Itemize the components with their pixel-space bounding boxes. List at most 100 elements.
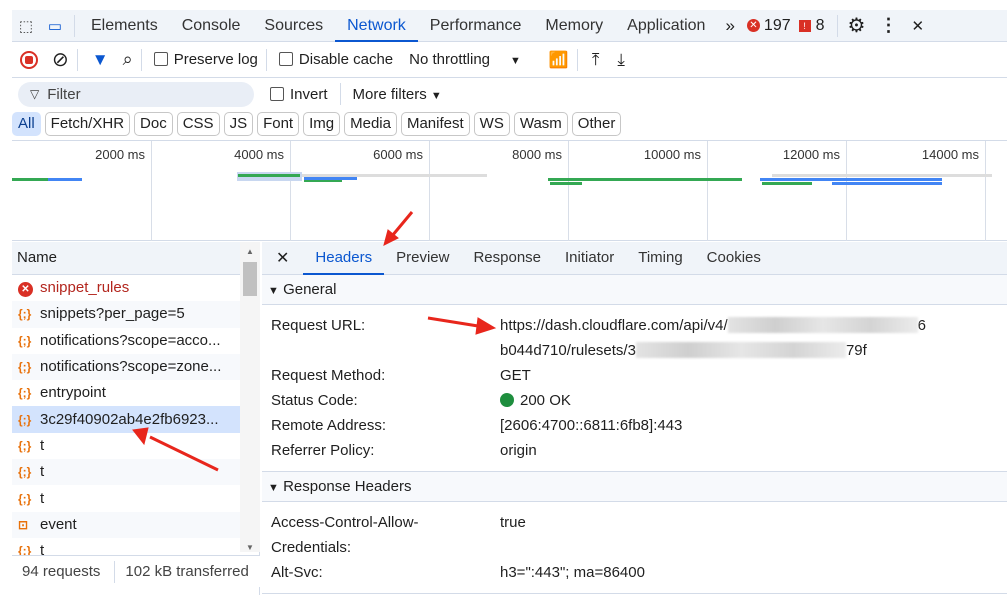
warning-icon[interactable]: ! <box>798 19 811 32</box>
type-filter-chips: All Fetch/XHR Doc CSS JS Font Img Media Manifest… <box>12 112 622 136</box>
request-name: event <box>40 515 77 533</box>
request-row[interactable]: {;} entrypoint <box>12 380 240 406</box>
timeline-tick-label: 4000 ms <box>234 147 284 162</box>
import-har-icon[interactable]: ⤒ <box>592 50 600 70</box>
invert-label: Invert <box>290 85 328 103</box>
alt-svc-label: Alt-Svc: <box>271 564 323 581</box>
close-icon[interactable]: ✕ <box>911 17 924 35</box>
request-row[interactable]: {;} notifications?scope=acco... <box>12 328 240 354</box>
invert-checkbox[interactable]: Invert <box>270 86 328 103</box>
details-tab-preview[interactable]: Preview <box>384 242 461 275</box>
timeline-gridline <box>290 141 291 241</box>
type-filter-ws[interactable]: WS <box>473 112 510 136</box>
type-filter-fetchxhr[interactable]: Fetch/XHR <box>44 112 131 136</box>
acac-row: Access-Control-Allow-Credentials: true <box>262 510 1007 560</box>
details-tab-timing[interactable]: Timing <box>626 242 694 275</box>
inspect-element-icon[interactable]: ⬚ <box>12 17 40 35</box>
filter-input[interactable]: ▽ Filter <box>18 81 254 107</box>
throttling-select[interactable]: No throttling ▼ <box>409 51 521 68</box>
error-icon[interactable]: ✕ <box>746 19 760 32</box>
network-timeline-overview[interactable]: 2000 ms 4000 ms 6000 ms 8000 ms 10000 ms 1200… <box>12 140 1007 241</box>
request-name: entrypoint <box>40 384 106 402</box>
filter-icon: ▽ <box>30 87 40 101</box>
tab-network[interactable]: Network <box>335 10 418 42</box>
type-filter-doc[interactable]: Doc <box>134 112 173 136</box>
device-toolbar-icon[interactable]: ▭ <box>40 17 70 35</box>
request-row[interactable]: {;} t <box>12 459 240 486</box>
more-filters-dropdown[interactable]: More filters ▼ <box>353 86 442 103</box>
general-section-header[interactable]: ▼ General <box>262 275 1007 305</box>
details-tab-initiator[interactable]: Initiator <box>553 242 626 275</box>
tab-console[interactable]: Console <box>170 10 253 42</box>
scrollbar[interactable]: ▲ ▼ <box>240 242 260 552</box>
search-icon[interactable]: ⌕ <box>123 49 133 70</box>
details-tab-headers[interactable]: Headers <box>303 242 385 275</box>
clear-icon[interactable]: ⊘ <box>52 47 69 72</box>
request-row[interactable]: {;} t <box>12 433 240 459</box>
referrer-row: Referrer Policy: origin <box>262 438 1007 463</box>
tab-elements[interactable]: Elements <box>79 10 170 42</box>
settings-gear-icon[interactable]: ⚙ <box>848 13 866 38</box>
response-headers-title: Response Headers <box>283 478 412 495</box>
tab-sources[interactable]: Sources <box>252 10 335 42</box>
request-name: snippet_rules <box>40 279 130 297</box>
details-tab-cookies[interactable]: Cookies <box>695 242 773 275</box>
type-filter-other[interactable]: Other <box>571 112 622 136</box>
remote-address-row: Remote Address: [2606:4700::6811:6fb8]:44… <box>262 413 1007 438</box>
referrer-label: Referrer Policy: <box>271 442 375 459</box>
timeline-gridline <box>846 141 847 241</box>
response-headers-section-header[interactable]: ▼ Response Headers <box>262 472 1007 502</box>
status-bar: 94 requests 102 kB transferred <box>12 555 260 587</box>
type-filter-css[interactable]: CSS <box>176 112 220 136</box>
tab-memory[interactable]: Memory <box>533 10 615 42</box>
request-row[interactable]: ⊡ event <box>12 511 240 538</box>
status-label: Status Code: <box>271 392 358 409</box>
details-tab-response[interactable]: Response <box>461 242 553 275</box>
tab-performance[interactable]: Performance <box>418 10 534 42</box>
disable-cache-checkbox[interactable]: Disable cache <box>278 51 393 68</box>
type-filter-wasm[interactable]: Wasm <box>513 112 568 136</box>
export-har-icon[interactable]: ⤓ <box>617 50 625 70</box>
type-filter-all[interactable]: All <box>12 112 41 136</box>
request-row[interactable]: {;} notifications?scope=zone... <box>12 353 240 381</box>
network-conditions-icon[interactable]: 📶 <box>549 50 569 70</box>
request-name: 3c29f40902ab4e2fb6923... <box>40 410 219 428</box>
timeline-request-bar <box>760 178 942 181</box>
type-filter-manifest[interactable]: Manifest <box>400 112 470 136</box>
type-filter-media[interactable]: Media <box>344 112 397 136</box>
warning-count[interactable]: 8 <box>816 17 825 35</box>
request-row[interactable]: ✕ snippet_rules <box>12 275 240 301</box>
more-tabs-icon[interactable]: » <box>717 16 742 36</box>
error-count[interactable]: 197 <box>764 17 791 35</box>
more-options-icon[interactable]: ⋮ <box>879 15 897 36</box>
more-filters-label: More filters <box>352 85 427 103</box>
request-row[interactable]: {;} 3c29f40902ab4e2fb6923... <box>12 406 240 433</box>
response-headers-section: Access-Control-Allow-Credentials: true Al… <box>262 502 1007 594</box>
timeline-gridline <box>707 141 708 241</box>
type-filter-font[interactable]: Font <box>257 112 300 136</box>
timeline-tick-label: 12000 ms <box>782 147 840 162</box>
tab-application[interactable]: Application <box>615 10 717 42</box>
record-stop-icon[interactable] <box>20 50 38 69</box>
timeline-gridline <box>568 141 569 241</box>
request-details-panel: ✕ Headers Preview Response Initiator Timing C… <box>262 242 1007 595</box>
scroll-up-icon[interactable]: ▲ <box>240 242 260 262</box>
referrer-value: origin <box>500 442 537 459</box>
request-row[interactable]: {;} snippets?per_page=5 <box>12 301 240 328</box>
fetch-json-icon: {;} <box>18 412 32 427</box>
fetch-json-icon: {;} <box>18 465 32 480</box>
name-column-header[interactable]: Name <box>12 242 240 275</box>
timeline-gridline <box>429 141 430 241</box>
type-filter-img[interactable]: Img <box>303 112 341 136</box>
remote-value: [2606:4700::6811:6fb8]:443 <box>500 417 683 434</box>
type-filter-js[interactable]: JS <box>223 112 254 136</box>
preserve-log-checkbox[interactable]: Preserve log <box>153 51 258 68</box>
acac-value: true <box>500 514 526 531</box>
scroll-down-icon[interactable]: ▼ <box>240 543 260 552</box>
request-row[interactable]: {;} t <box>12 485 240 511</box>
general-section: Request URL: https://dash.cloudflare.com/… <box>262 305 1007 472</box>
alt-svc-row: Alt-Svc: h3=":443"; ma=86400 <box>262 560 1007 585</box>
scrollbar-thumb[interactable] <box>243 262 257 296</box>
close-details-icon[interactable]: ✕ <box>262 248 303 268</box>
filter-funnel-icon[interactable]: ▼ <box>92 50 109 70</box>
